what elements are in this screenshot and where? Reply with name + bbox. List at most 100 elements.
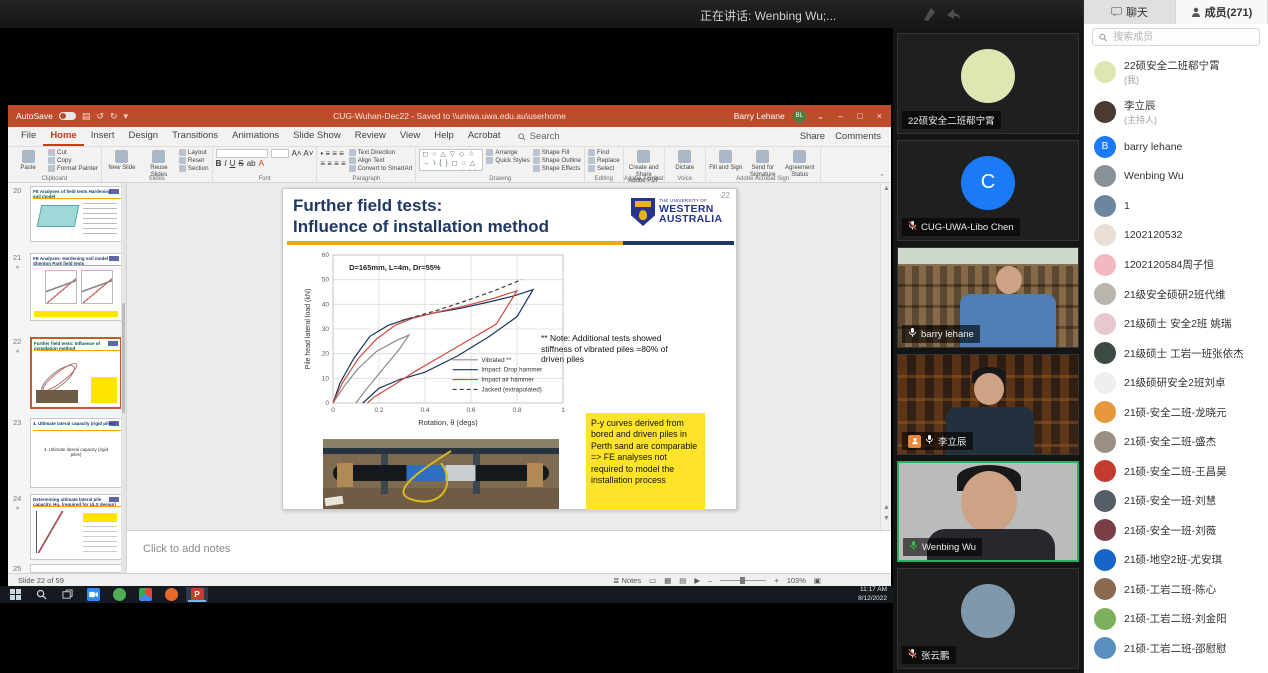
ribbon-button-section[interactable]: Section [179,165,209,172]
redo-icon[interactable]: ↻ [110,111,118,122]
annotation-pen-icon[interactable] [922,6,940,22]
menu-tab-file[interactable]: File [14,127,43,146]
slide-thumbnail-22[interactable]: 22∗Further field tests: Influence of ins… [8,337,126,409]
slideshow-icon[interactable]: ▶ [694,576,700,585]
menu-tab-transitions[interactable]: Transitions [165,127,225,146]
member-row[interactable]: 21硕-安全一班-刘慧 [1084,486,1268,516]
member-search[interactable] [1092,28,1260,46]
autosave-toggle[interactable] [59,112,76,120]
qat-dropdown-icon[interactable]: ▾ [123,111,128,122]
member-row[interactable]: 1202120584周子恒 [1084,250,1268,280]
taskbar-meeting-app-icon[interactable] [82,587,104,602]
thumbnail-preview[interactable]: FE Analyses: Hardening soil model Shento… [30,253,122,321]
thumbnail-preview[interactable]: FE Analyses of field tests Hardening soi… [30,186,122,242]
editor-scrollbar[interactable]: ▲ ▲▼ [880,183,891,530]
member-row[interactable]: 21硕-安全二班-盛杰 [1084,427,1268,457]
save-icon[interactable]: ▤ [82,111,91,122]
tab-members[interactable]: 成员(271) [1176,0,1268,24]
italic-button[interactable]: I [224,159,226,168]
member-row[interactable]: 21硕-安全二班-王昌昊 [1084,457,1268,487]
ribbon-button-agreement-status[interactable]: Agreement Status [783,149,817,178]
grow-shrink-font-icons[interactable]: A˄ A˅ [292,149,314,158]
menu-tab-acrobat[interactable]: Acrobat [461,127,508,146]
member-row[interactable]: 1202120532 [1084,221,1268,251]
zoom-level[interactable]: 103% [787,576,806,585]
ribbon-button-reset[interactable]: Reset [179,157,209,164]
taskbar-task-view-icon[interactable] [56,587,78,602]
ribbon-button-copy[interactable]: Copy [48,157,98,164]
close-button[interactable]: × [874,111,885,121]
ribbon-button-arrange[interactable]: Arrange [486,149,529,156]
slide-thumbnail-20[interactable]: 20FE Analyses of field tests Hardening s… [8,186,126,242]
ribbon-search[interactable]: Search [518,131,560,142]
member-row[interactable]: 22硕安全二班郗宁霄(我) [1084,52,1268,92]
normal-view-icon[interactable]: ▭ [649,576,656,585]
member-row[interactable]: 李立辰(主持人) [1084,92,1268,132]
member-row[interactable]: 21级硕士 安全2班 姚瑞 [1084,309,1268,339]
member-row[interactable]: 21硕-地空2班-尤安琪 [1084,545,1268,575]
ribbon-button-convert-to-smartart[interactable]: Convert to SmartArt [349,165,413,172]
ribbon-button-paste[interactable]: Paste [11,149,45,172]
taskbar-wechat-icon[interactable] [108,587,130,602]
share-button[interactable]: Share [800,131,825,142]
ribbon-button-align-text[interactable]: Align Text [349,157,413,164]
member-row[interactable]: 21硕-安全二班-龙晓元 [1084,398,1268,428]
member-search-input[interactable] [1111,31,1253,44]
account-name[interactable]: Barry Lehane [734,111,785,121]
slide-editor[interactable]: Further field tests: Influence of instal… [127,183,891,530]
notes-pane[interactable]: Click to add notes [127,530,891,573]
member-row[interactable]: 21硕-工岩二班-邵慰慰 [1084,634,1268,664]
taskbar-search-icon[interactable] [30,587,52,602]
ribbon-button-shape-outline[interactable]: Shape Outline [533,157,581,164]
bullet-number-buttons[interactable]: • ≡ ≡ ≡ [320,149,345,158]
slide-sorter-icon[interactable]: ▦ [664,576,671,585]
ribbon-button-new-slide[interactable]: New Slide [105,149,139,172]
ribbon-display-icon[interactable]: ⌄ [814,111,828,122]
underline-button[interactable]: U [230,159,236,168]
taskbar-firefox-icon[interactable] [160,587,182,602]
taskbar-start-icon[interactable] [4,587,26,602]
ribbon-button-shape-effects[interactable]: Shape Effects [533,165,581,172]
ribbon-button-find[interactable]: Find [588,149,620,156]
minimize-button[interactable]: – [835,111,846,121]
menu-tab-slide-show[interactable]: Slide Show [286,127,348,146]
member-row[interactable]: 21硕-安全一班-刘薇 [1084,516,1268,546]
ribbon-button-format-painter[interactable]: Format Painter [48,165,98,172]
menu-tab-view[interactable]: View [393,127,427,146]
undo-icon[interactable]: ↺ [96,111,104,122]
notes-placeholder[interactable]: Click to add notes [127,531,891,555]
font-name-box[interactable] [216,149,268,158]
video-tile[interactable]: 22硕安全二班郗宁霄 [897,33,1079,134]
ribbon-button-reuse-slides[interactable]: Reuse Slides [142,149,176,178]
ribbon-button-send-for-signature[interactable]: Send for Signature [746,149,780,178]
thumbnail-preview[interactable] [30,564,122,573]
restore-button[interactable]: □ [854,111,865,121]
taskbar-powerpoint-icon[interactable]: P [186,587,208,602]
menu-tab-design[interactable]: Design [121,127,165,146]
thumbnail-preview[interactable]: Determining ultimate lateral pile capaci… [30,494,122,560]
comments-button[interactable]: Comments [835,131,881,142]
slide-thumbnail-21[interactable]: 21∗FE Analyses: Hardening soil model She… [8,253,126,321]
strikethrough-button[interactable]: S [238,159,243,168]
character-spacing-button[interactable]: ab [247,159,256,168]
slide-thumbnail-24[interactable]: 24∗Determining ultimate lateral pile cap… [8,494,126,560]
ribbon-button-cut[interactable]: Cut [48,149,98,156]
video-tile[interactable]: CCUG-UWA-Libo Chen [897,140,1079,241]
video-tile[interactable]: barry lehane [897,247,1079,348]
member-row[interactable]: 21硕-工岩二班-刘金阳 [1084,604,1268,634]
member-row[interactable]: 21硕-工岩二班-陈心 [1084,575,1268,605]
ribbon-button-text-direction[interactable]: Text Direction [349,149,413,156]
scroll-up-icon[interactable]: ▲ [883,185,890,192]
member-row[interactable]: 1 [1084,191,1268,221]
ribbon-button-dictate[interactable]: Dictate [668,149,702,172]
member-row[interactable]: Bbarry lehane [1084,132,1268,162]
slide-canvas[interactable]: Further field tests: Influence of instal… [282,188,737,510]
video-tile[interactable]: 李立辰 [897,354,1079,455]
member-row[interactable]: 21级安全硕研2班代维 [1084,280,1268,310]
ribbon-button-select[interactable]: Select [588,165,620,172]
account-avatar[interactable]: BL [793,110,806,123]
member-row[interactable]: 21级硕研安全2班刘卓 [1084,368,1268,398]
slide-thumbnail-25[interactable]: 25 [8,564,126,573]
bold-button[interactable]: B [216,159,222,168]
video-tile[interactable]: 张云鹏 [897,568,1079,669]
